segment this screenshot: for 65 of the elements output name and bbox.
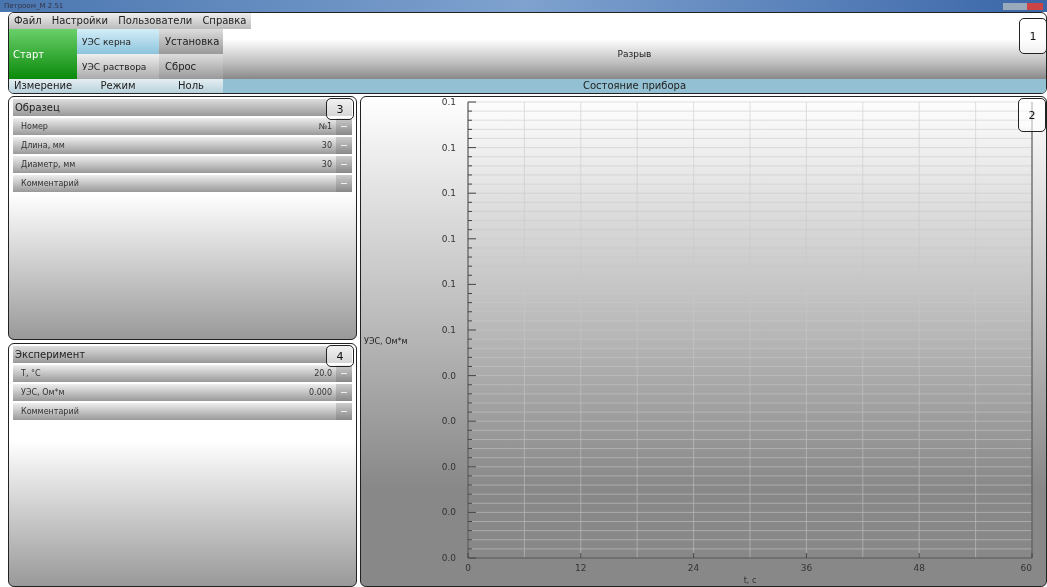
y-tick-label: 0.1 [441,233,456,244]
dash-icon [341,410,347,413]
y-tick-label: 0.0 [441,415,456,426]
mode-button[interactable]: УЭС раствора [77,54,159,79]
property-label: T, °C [21,369,42,378]
dash-icon [341,163,347,166]
y-tick-label: 0.1 [441,278,456,289]
mode-button[interactable]: УЭС керна [77,29,159,54]
y-tick-label: 0.1 [441,187,456,198]
window-controls-icon[interactable] [1003,1,1043,11]
y-tick-label: 0.0 [441,461,456,472]
property-label: УЭС, Ом*м [21,388,66,397]
zero-button[interactable]: Сброс [159,54,223,79]
property-label: Комментарий [21,407,80,416]
property-label: Длина, мм [21,141,66,150]
property-row[interactable]: T, °C 20.0 [13,365,352,382]
zero-button[interactable]: Установка [159,29,223,54]
menu-item[interactable]: Файл [9,13,47,29]
more-button[interactable] [336,118,352,135]
x-tick-label: 48 [913,562,925,573]
callout-number: 4 [326,345,354,367]
x-tick-label: 0 [465,562,471,573]
more-button[interactable] [336,365,352,382]
callout-number: 3 [326,98,354,120]
property-row[interactable]: УЭС, Ом*м 0.000 [13,384,352,401]
y-tick-label: 0.0 [441,370,456,381]
y-tick-label: 0.1 [441,142,456,153]
group-label: Режим [77,79,159,93]
x-tick-label: 24 [687,562,700,573]
property-value: 0.000 [309,388,332,397]
y-tick-label: 0.0 [441,506,456,517]
dash-icon [341,182,347,185]
y-tick-label: 0.0 [441,552,456,563]
y-tick-label: 0.1 [441,97,456,107]
menu-item[interactable]: Справка [197,13,252,29]
property-value: 30 [321,141,332,150]
x-tick-label: 12 [575,562,587,573]
y-tick-label: 0.1 [441,324,456,335]
y-axis-title: УЭС, Ом*м [363,337,409,346]
property-value: 30 [321,160,332,169]
property-row[interactable]: Комментарий [13,175,352,192]
group-label: Ноль [159,79,223,93]
property-label: Комментарий [21,179,80,188]
callout-number: 2 [1018,98,1046,132]
property-label: Номер [21,122,49,131]
property-value: №1 [318,122,332,131]
property-row[interactable]: Длина, мм 30 [13,137,352,154]
dash-icon [341,372,347,375]
menu-item[interactable]: Пользователи [113,13,198,29]
property-row[interactable]: Номер №1 [13,118,352,135]
property-label: Диаметр, мм [21,160,77,169]
group-label: Состояние прибора [223,79,1046,93]
property-value: 20.0 [314,369,332,378]
dash-icon [341,125,347,128]
status-text: Разрыв [617,49,652,59]
property-row[interactable]: Комментарий [13,403,352,420]
callout-number: 1 [1019,18,1047,54]
dash-icon [341,144,347,147]
property-row[interactable]: Диаметр, мм 30 [13,156,352,173]
dash-icon [341,391,347,394]
x-axis-title: t, c [743,575,757,585]
x-tick-label: 36 [800,562,813,573]
x-tick-label: 60 [1020,562,1032,573]
menu-item[interactable]: Настройки [46,13,114,29]
group-label: Измерение [9,79,77,93]
